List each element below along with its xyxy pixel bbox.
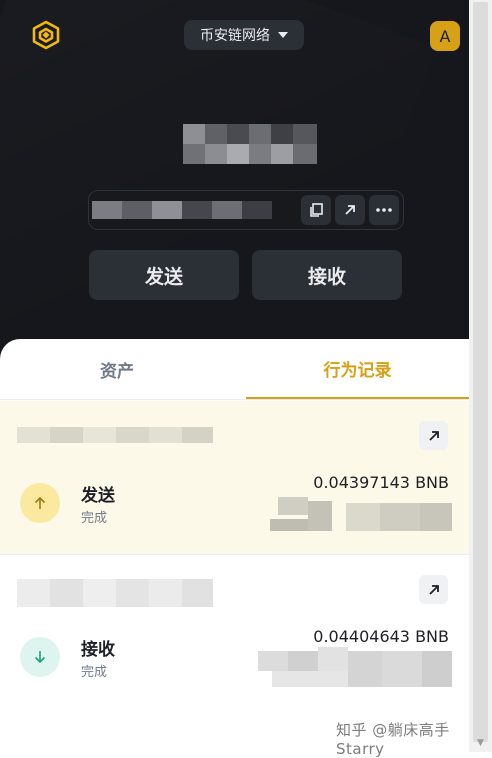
balance-redacted (183, 124, 317, 164)
view-explorer-button[interactable] (335, 195, 365, 225)
transaction-amount: 0.04397143 BNB (313, 473, 449, 492)
counterparty-redacted (258, 497, 452, 533)
tab-activity[interactable]: 行为记录 (246, 339, 469, 399)
send-button[interactable]: 发送 (89, 250, 239, 300)
transaction-amount: 0.04404643 BNB (313, 627, 449, 646)
external-link-icon (428, 430, 439, 441)
tab-divider (0, 399, 469, 400)
transaction-type: 发送 (81, 486, 115, 506)
more-icon (376, 208, 392, 212)
avatar-letter: A (439, 26, 451, 46)
address-redacted (92, 201, 272, 219)
send-status-circle (20, 483, 60, 523)
view-transaction-button[interactable] (419, 575, 448, 604)
transaction-status: 完成 (81, 665, 108, 680)
date-redacted (17, 427, 213, 443)
tab-bar: 资产 行为记录 (0, 339, 469, 399)
network-label: 币安链网络 (200, 28, 270, 44)
transaction-row[interactable]: 接收 完成 0.04404643 BNB (0, 554, 469, 708)
receive-status-circle (20, 637, 60, 677)
chevron-down-icon (278, 32, 288, 38)
watermark: 知乎 @躺床高手Starry (336, 721, 450, 758)
wallet-panel: 币安链网络 A 发送 接收 资产 行为记录 发送 完成 0.04397143 B… (0, 0, 469, 752)
arrow-down-icon (34, 651, 46, 664)
network-selector[interactable]: 币安链网络 (184, 20, 304, 50)
scroll-thumb[interactable] (473, 2, 488, 742)
wallet-address-bar (88, 190, 404, 230)
external-link-icon (345, 205, 355, 215)
transaction-row[interactable]: 发送 完成 0.04397143 BNB (0, 401, 469, 554)
copy-icon (310, 203, 323, 217)
date-redacted (17, 579, 213, 607)
copy-address-button[interactable] (301, 195, 331, 225)
transaction-type: 接收 (81, 640, 115, 660)
transaction-status: 完成 (81, 511, 108, 526)
external-link-icon (428, 584, 439, 595)
tab-assets[interactable]: 资产 (0, 339, 234, 399)
counterparty-redacted (258, 647, 452, 687)
more-options-button[interactable] (369, 195, 399, 225)
receive-button[interactable]: 接收 (252, 250, 402, 300)
view-transaction-button[interactable] (419, 421, 448, 450)
activity-sheet: 资产 行为记录 发送 完成 0.04397143 BNB 接收 完成 0.044… (0, 339, 469, 752)
account-avatar[interactable]: A (430, 21, 460, 51)
arrow-up-icon (34, 496, 46, 509)
scrollbar[interactable]: ▲ ▼ (469, 0, 492, 752)
binance-logo-icon (32, 20, 60, 50)
